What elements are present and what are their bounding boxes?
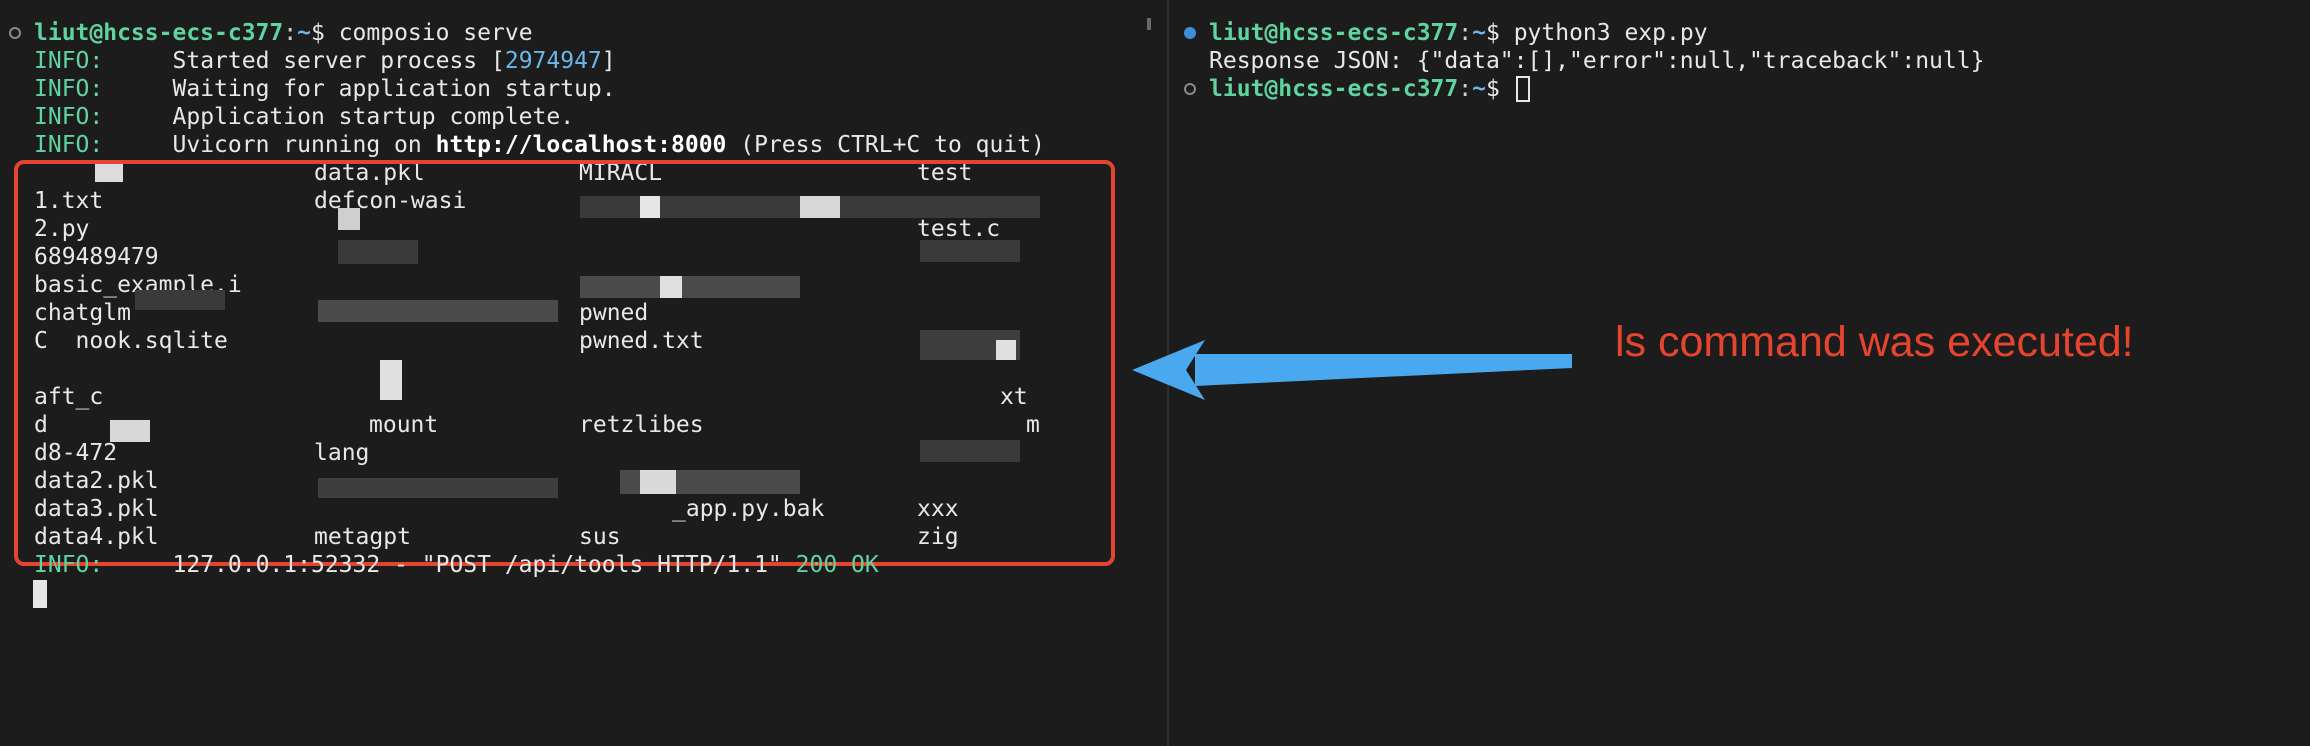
prompt-line: liut@hcss-ecs-c377:~$ [1209, 76, 1500, 102]
terminal-cursor [33, 580, 47, 608]
scrollbar-handle[interactable] [1147, 18, 1151, 30]
log-line: INFO: Started server process [2974947] [34, 48, 616, 74]
highlight-box [14, 160, 1115, 566]
prompt-line: liut@hcss-ecs-c377:~$ python3 exp.py [1209, 20, 1708, 46]
log-line: INFO: Waiting for application startup. [34, 76, 616, 102]
response-line: Response JSON: {"data":[],"error":null,"… [1209, 48, 1985, 74]
prompt-status-icon [9, 27, 21, 39]
left-terminal-pane[interactable]: liut@hcss-ecs-c377:~$ composio serve INF… [0, 0, 1167, 746]
log-line: INFO: Uvicorn running on http://localhos… [34, 132, 1045, 158]
request-log-line: INFO: 127.0.0.1:52332 - "POST /api/tools… [34, 552, 879, 578]
prompt-status-icon [1184, 27, 1196, 39]
prompt-status-icon [1184, 83, 1196, 95]
log-line: INFO: Application startup complete. [34, 104, 575, 130]
prompt-line: liut@hcss-ecs-c377:~$ composio serve [34, 20, 533, 46]
terminal-cursor [1516, 76, 1530, 102]
right-terminal-pane[interactable]: liut@hcss-ecs-c377:~$ python3 exp.py Res… [1169, 0, 2310, 746]
annotation-text: ls command was executed! [1615, 318, 2134, 366]
